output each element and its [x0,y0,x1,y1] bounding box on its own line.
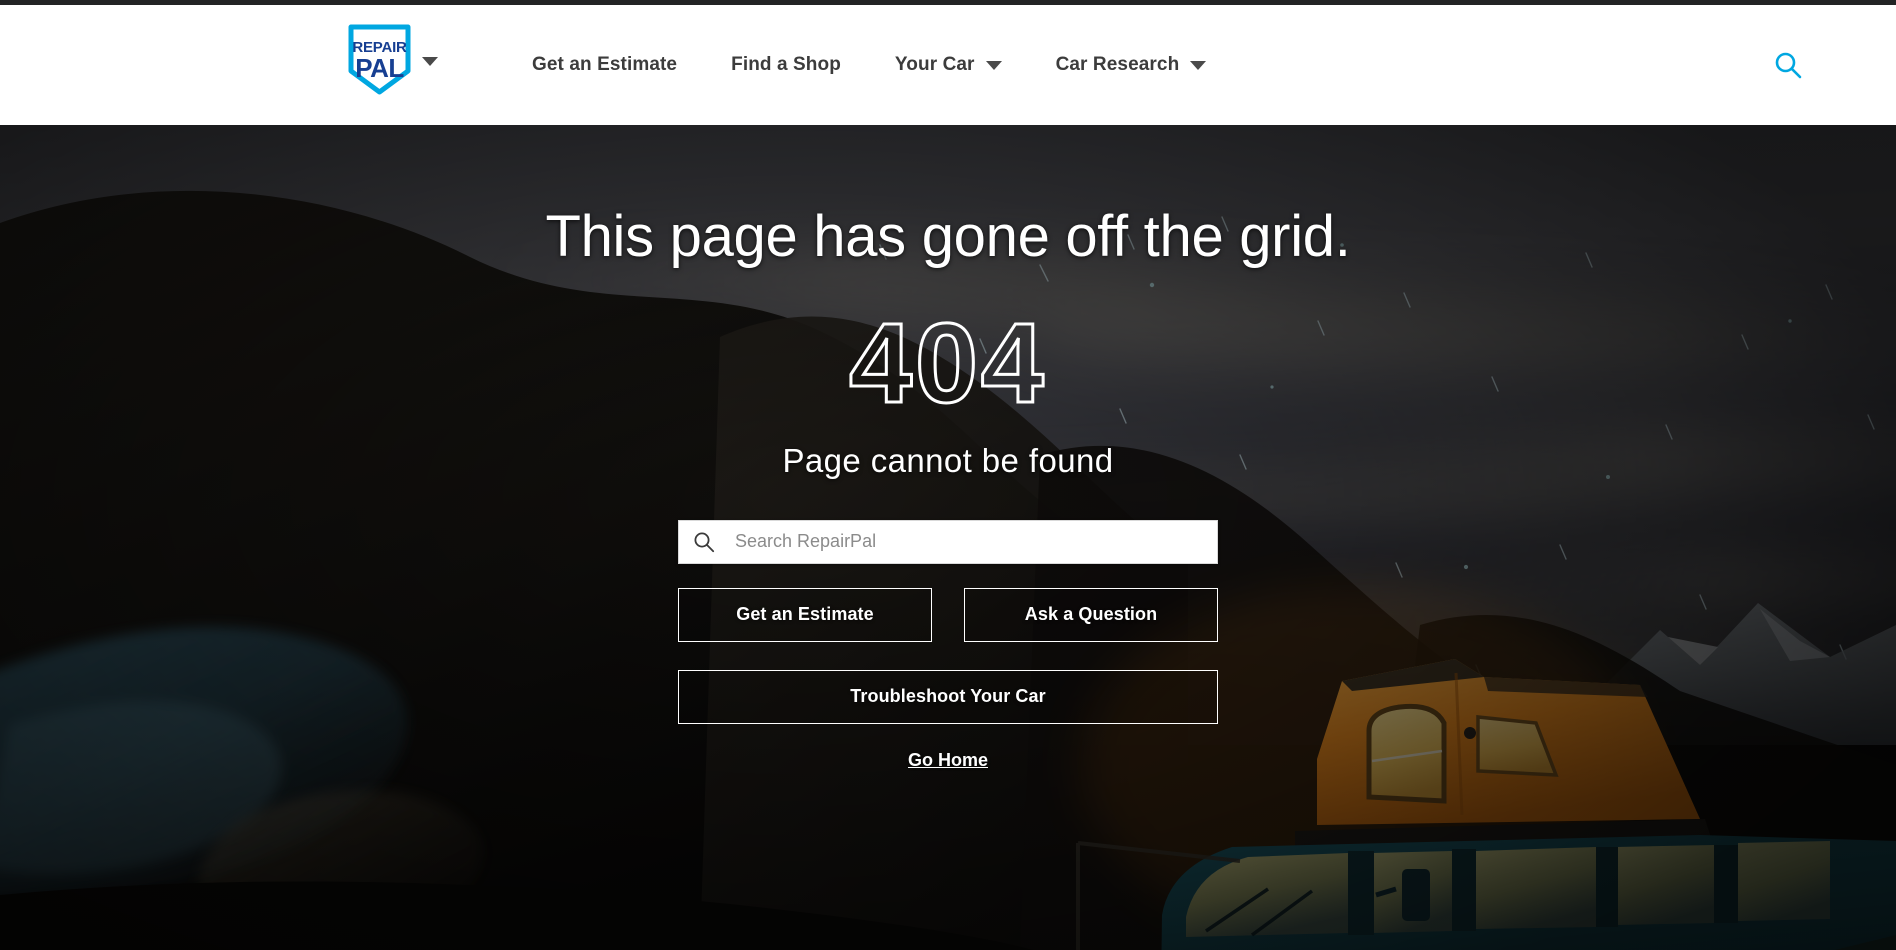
logo-group[interactable]: REPAIR PAL [347,23,438,96]
hero-button-row: Get an Estimate Ask a Question [678,587,1218,642]
page-root: REPAIR PAL Get an Estimate Find a Shop Y… [0,0,1896,950]
error-subtitle: Page cannot be found [782,441,1114,479]
nav-item-label: Find a Shop [731,54,841,75]
troubleshoot-your-car-button[interactable]: Troubleshoot Your Car [678,669,1218,724]
search-input[interactable] [735,531,1203,553]
hero-section: This page has gone off the grid. 404 Pag… [0,125,1896,950]
chevron-down-icon [1190,60,1207,70]
site-header: REPAIR PAL Get an Estimate Find a Shop Y… [0,5,1896,125]
ask-a-question-button[interactable]: Ask a Question [964,587,1218,642]
repairpal-logo-icon: REPAIR PAL [348,24,411,95]
search-icon [1775,52,1802,79]
nav-item-label: Get an Estimate [532,54,678,75]
chevron-down-icon [985,60,1002,70]
go-home-link[interactable]: Go Home [908,750,988,771]
hero-content: This page has gone off the grid. 404 Pag… [0,205,1896,771]
nav-item-your-car[interactable]: Your Car [868,54,1029,76]
nav-item-label: Car Research [1055,54,1180,75]
error-code: 404 [848,299,1047,426]
search-icon [694,532,715,552]
button-label: Ask a Question [1024,604,1158,625]
nav-item-get-an-estimate[interactable]: Get an Estimate [505,54,704,76]
main-nav: Get an Estimate Find a Shop Your Car Car… [505,5,1233,125]
header-search-button[interactable] [1680,5,1896,125]
svg-text:PAL: PAL [355,53,404,83]
button-label: Get an Estimate [736,604,874,625]
hero-search-box[interactable] [678,519,1218,564]
logo-chevron-down-icon[interactable] [422,57,438,66]
get-an-estimate-button[interactable]: Get an Estimate [678,587,932,642]
page-title: This page has gone off the grid. [545,204,1351,269]
nav-item-label: Your Car [894,54,975,75]
button-label: Troubleshoot Your Car [850,686,1046,707]
nav-item-car-research[interactable]: Car Research [1029,54,1234,76]
nav-item-find-a-shop[interactable]: Find a Shop [704,54,868,76]
